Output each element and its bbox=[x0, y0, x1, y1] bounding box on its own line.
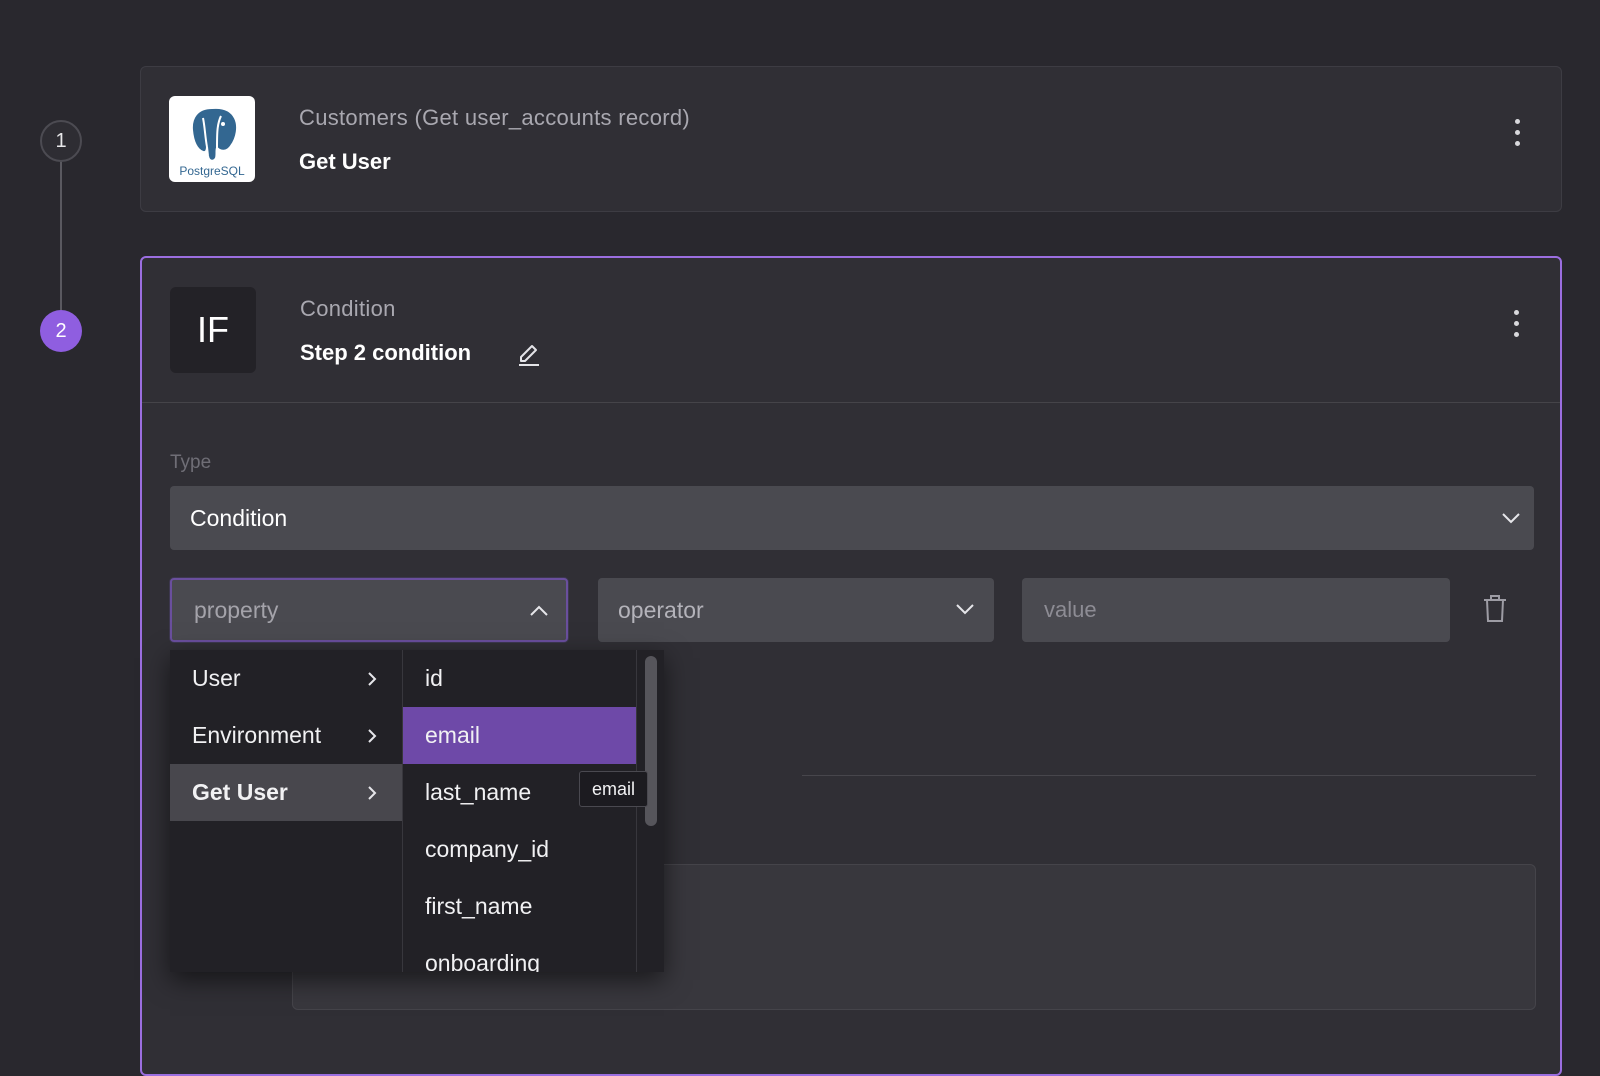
section-divider bbox=[802, 775, 1536, 776]
property-field-list: id email last_name company_id first_name… bbox=[403, 650, 636, 972]
if-icon: IF bbox=[170, 287, 256, 373]
step-title[interactable]: Step 2 condition bbox=[300, 340, 471, 366]
property-placeholder: property bbox=[194, 596, 279, 623]
menu-item-user[interactable]: User bbox=[170, 650, 402, 707]
step-connector-line bbox=[60, 160, 62, 310]
edit-pencil-icon[interactable] bbox=[516, 342, 542, 368]
step-title: Get User bbox=[299, 149, 391, 174]
menu-item-label: Get User bbox=[192, 779, 288, 805]
card-divider bbox=[142, 402, 1560, 403]
type-select-value: Condition bbox=[190, 504, 288, 531]
step-card-get-user[interactable]: PostgreSQL Customers (Get user_accounts … bbox=[140, 66, 1562, 212]
chevron-right-icon bbox=[368, 786, 377, 800]
postgresql-logo-text: PostgreSQL bbox=[179, 164, 245, 178]
menu-item-label: Environment bbox=[192, 722, 322, 748]
field-item-company-id[interactable]: company_id bbox=[403, 821, 636, 878]
step-subtitle: Condition bbox=[300, 296, 396, 321]
property-dropdown-menu: User Environment Get User id email last_… bbox=[170, 650, 664, 972]
value-input[interactable]: value bbox=[1022, 578, 1450, 642]
dropdown-scrollbar[interactable] bbox=[636, 650, 664, 972]
type-label: Type bbox=[170, 452, 212, 473]
more-options-icon[interactable] bbox=[1512, 310, 1520, 346]
field-item-id[interactable]: id bbox=[403, 650, 636, 707]
property-category-list: User Environment Get User bbox=[170, 650, 403, 972]
trash-icon[interactable] bbox=[1482, 594, 1508, 624]
menu-item-environment[interactable]: Environment bbox=[170, 707, 402, 764]
type-select[interactable]: Condition bbox=[170, 486, 1534, 550]
chevron-down-icon bbox=[1502, 513, 1520, 524]
chevron-right-icon bbox=[368, 729, 377, 743]
menu-item-label: User bbox=[192, 665, 241, 691]
field-item-onboarding[interactable]: onboarding bbox=[403, 935, 636, 972]
value-placeholder: value bbox=[1044, 597, 1097, 622]
postgresql-logo-icon: PostgreSQL bbox=[169, 96, 255, 182]
field-item-first-name[interactable]: first_name bbox=[403, 878, 636, 935]
chevron-right-icon bbox=[368, 672, 377, 686]
step-number-1: 1 bbox=[40, 120, 82, 162]
field-tooltip: email bbox=[579, 771, 649, 807]
property-select[interactable]: property bbox=[170, 578, 568, 642]
operator-placeholder: operator bbox=[618, 596, 704, 623]
chevron-up-icon bbox=[530, 605, 548, 616]
menu-item-get-user[interactable]: Get User bbox=[170, 764, 402, 821]
step-subtitle: Customers (Get user_accounts record) bbox=[299, 105, 691, 130]
more-options-icon[interactable] bbox=[1513, 119, 1521, 155]
step-number-2: 2 bbox=[40, 310, 82, 352]
field-item-email[interactable]: email bbox=[403, 707, 636, 764]
operator-select[interactable]: operator bbox=[598, 578, 994, 642]
chevron-down-icon bbox=[956, 604, 974, 615]
